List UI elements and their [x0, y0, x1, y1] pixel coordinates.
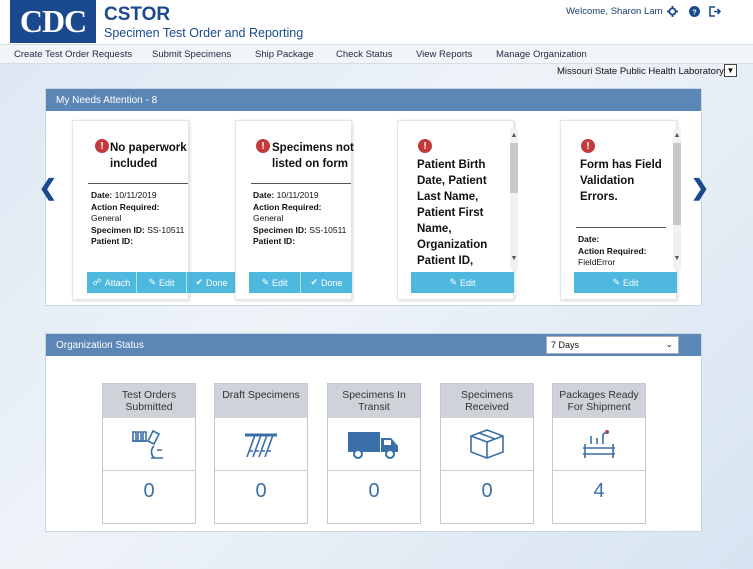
nav-submit-specimens[interactable]: Submit Specimens [152, 49, 231, 60]
card-title: No paperwork included [110, 142, 187, 170]
card-divider [576, 227, 666, 228]
cdc-logo[interactable]: CDC [10, 0, 96, 43]
settings-gear-icon[interactable] [665, 4, 679, 18]
status-tile-specimens-received[interactable]: Specimens Received 0 [440, 383, 534, 524]
needs-attention-card: ! No paperwork included Date: 10/11/2019… [72, 120, 236, 300]
tile-count: 0 [255, 480, 267, 502]
box-icon [441, 424, 533, 464]
card-actions: ✎ Edit ✔ Done [249, 272, 352, 293]
nav-check-status[interactable]: Check Status [336, 49, 393, 60]
checkmark-icon: ✔ [195, 277, 204, 287]
tile-label: Specimens In Transit [328, 384, 420, 418]
edit-icon: ✎ [449, 277, 458, 287]
status-tile-packages-ready-for-shipment[interactable]: Packages Ready For Shipment 4 [552, 383, 646, 524]
card-actions: ✎ Edit [411, 272, 514, 293]
needs-attention-card: ! Specimens not listed on form Date: 10/… [235, 120, 354, 300]
organization-select-toggle[interactable]: ▼ [724, 64, 737, 77]
done-button[interactable]: ✔ Done [301, 272, 352, 293]
test-tubes-icon [215, 424, 307, 464]
app-subtitle: Specimen Test Order and Reporting [104, 26, 304, 40]
tile-count: 0 [481, 480, 493, 502]
chevron-right-icon: ❯ [690, 175, 710, 200]
welcome-text: Welcome, Sharon Lam [566, 6, 663, 17]
alert-icon: ! [581, 139, 595, 153]
tile-divider [328, 470, 420, 471]
card-actions: ☍ Attach ✎ Edit ✔ Done [87, 272, 236, 293]
alert-icon: ! [256, 139, 270, 153]
alert-icon: ! [418, 139, 432, 153]
attach-button[interactable]: ☍ Attach [87, 272, 137, 293]
microscope-icon [103, 424, 195, 464]
tile-label: Draft Specimens [215, 384, 307, 418]
scroll-up-icon[interactable]: ▲ [673, 131, 681, 139]
nav-manage-organization[interactable]: Manage Organization [496, 49, 587, 60]
edit-icon: ✎ [612, 277, 621, 287]
edit-button[interactable]: ✎ Edit [411, 272, 514, 293]
card-divider [251, 183, 351, 184]
nav-ship-package[interactable]: Ship Package [255, 49, 314, 60]
card-title: Form has Field Validation Errors. [580, 159, 662, 203]
scroll-up-icon[interactable]: ▲ [510, 131, 518, 139]
status-tile-test-orders-submitted[interactable]: Test Orders Submitted 0 [102, 383, 196, 524]
carousel-prev-button[interactable]: ❮ [38, 175, 58, 200]
card-scrollbar-thumb[interactable] [510, 143, 518, 193]
tile-divider [553, 470, 645, 471]
organization-select[interactable]: Missouri State Public Health Laboratory [557, 66, 724, 77]
nav-create-test-order-requests[interactable]: Create Test Order Requests [14, 49, 132, 60]
truck-icon [328, 424, 420, 464]
nav-view-reports[interactable]: View Reports [416, 49, 472, 60]
tile-label: Packages Ready For Shipment [553, 384, 645, 418]
carousel-next-button[interactable]: ❯ [690, 175, 710, 200]
top-bar: CDC CSTOR Specimen Test Order and Report… [0, 0, 753, 44]
main-nav: Create Test Order Requests Submit Specim… [0, 44, 753, 64]
card-details: Date: 10/11/2019 Action Required: Genera… [253, 190, 347, 246]
card-title: Patient Birth Date, Patient Last Name, P… [417, 159, 488, 267]
checkmark-icon: ✔ [310, 277, 319, 287]
tile-label: Test Orders Submitted [103, 384, 195, 418]
help-icon[interactable]: ? [687, 4, 701, 18]
paperclip-icon: ☍ [92, 277, 102, 287]
tile-count: 0 [143, 480, 155, 502]
tile-divider [103, 470, 195, 471]
edit-button[interactable]: ✎ Edit [249, 272, 301, 293]
edit-button[interactable]: ✎ Edit [137, 272, 187, 293]
lab-rack-icon [553, 424, 645, 464]
svg-text:?: ? [692, 7, 697, 16]
sign-out-icon[interactable] [708, 4, 722, 18]
tile-count: 0 [368, 480, 380, 502]
needs-attention-card: ! Form has Field Validation Errors. Date… [560, 120, 681, 300]
edit-button[interactable]: ✎ Edit [574, 272, 677, 293]
card-actions: ✎ Edit [574, 272, 677, 293]
card-title: Specimens not listed on form [272, 142, 354, 170]
alert-icon: ! [95, 139, 109, 153]
date-range-value: 7 Days [551, 340, 580, 350]
needs-attention-title: My Needs Attention - 8 [46, 89, 701, 111]
chevron-down-icon: ⌄ [665, 339, 673, 349]
tile-label: Specimens Received [441, 384, 533, 418]
scroll-down-icon[interactable]: ▼ [510, 254, 518, 262]
chevron-left-icon: ❮ [38, 175, 58, 200]
scroll-down-icon[interactable]: ▼ [673, 254, 681, 262]
tile-divider [215, 470, 307, 471]
card-details: Date: 10/11/2019 Action Required: Genera… [91, 190, 185, 246]
edit-icon: ✎ [148, 277, 157, 287]
app-title: CSTOR [104, 4, 171, 25]
chevron-down-icon: ▼ [726, 66, 735, 75]
edit-icon: ✎ [261, 277, 270, 287]
card-divider [88, 183, 188, 184]
done-button[interactable]: ✔ Done [187, 272, 236, 293]
card-details: Date: Action Required: FieldError [578, 234, 647, 267]
status-tile-draft-specimens[interactable]: Draft Specimens 0 [214, 383, 308, 524]
card-scrollbar-thumb[interactable] [673, 143, 681, 225]
needs-attention-card: ! Patient Birth Date, Patient Last Name,… [397, 120, 518, 300]
status-tile-specimens-in-transit[interactable]: Specimens In Transit 0 [327, 383, 421, 524]
tile-divider [441, 470, 533, 471]
tile-count: 4 [593, 480, 605, 502]
date-range-select[interactable]: 7 Days ⌄ [546, 336, 679, 354]
